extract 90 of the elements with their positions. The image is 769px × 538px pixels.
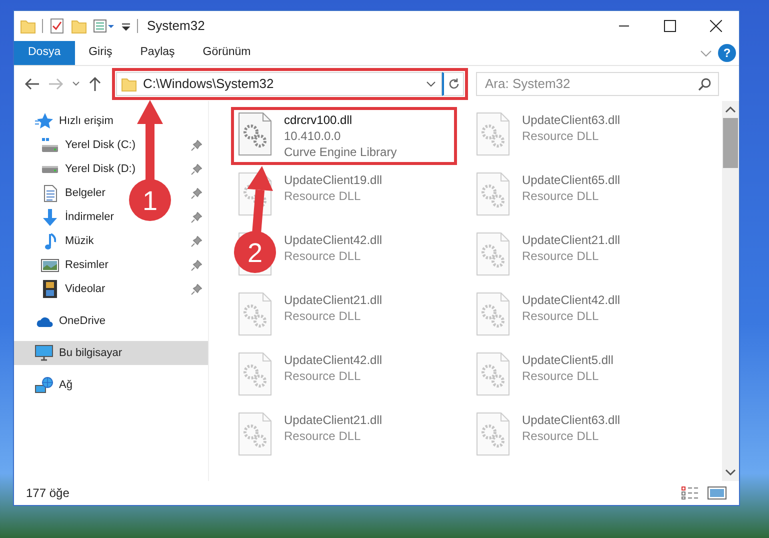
download-arrow-icon — [43, 208, 57, 226]
ribbon-tab[interactable]: Görünüm — [188, 41, 265, 65]
checklist-icon[interactable] — [49, 18, 65, 34]
file-description: Curve Engine Library — [284, 144, 397, 160]
nav-item[interactable]: Müzik — [65, 232, 94, 250]
step-number-badge: 1 — [129, 179, 171, 221]
pin-icon[interactable] — [191, 284, 202, 294]
file-description: Resource DLL — [522, 128, 600, 144]
cloud-icon — [36, 316, 52, 326]
up-arrow-icon[interactable] — [88, 76, 102, 92]
folder-icon — [121, 76, 137, 92]
file-name[interactable]: UpdateClient65.dll — [522, 172, 620, 188]
nav-item[interactable]: Yerel Disk (C:) — [65, 136, 136, 154]
search-icon[interactable] — [698, 76, 712, 90]
ribbon-tab[interactable]: Dosya — [14, 41, 75, 65]
pin-icon[interactable] — [191, 188, 202, 198]
file-description: Resource DLL — [522, 428, 600, 444]
pin-icon[interactable] — [191, 236, 202, 246]
file-name[interactable]: UpdateClient21.dll — [284, 412, 382, 428]
file-description: Resource DLL — [284, 248, 362, 264]
file-description: Resource DLL — [522, 368, 600, 384]
folder-icon — [20, 18, 36, 34]
nav-item[interactable]: Yerel Disk (D:) — [65, 160, 136, 178]
scrollbar-thumb[interactable] — [723, 118, 738, 168]
dll-file-icon — [476, 172, 510, 216]
file-description: Resource DLL — [522, 308, 600, 324]
file-name[interactable]: UpdateClient42.dll — [284, 352, 382, 368]
ribbon-tab[interactable]: Giriş — [74, 41, 126, 65]
music-note-icon — [44, 232, 56, 250]
file-name[interactable]: UpdateClient21.dll — [284, 292, 382, 308]
file-name[interactable]: UpdateClient42.dll — [284, 232, 382, 248]
nav-item[interactable]: Ağ — [59, 376, 72, 394]
large-icons-view-icon[interactable] — [707, 486, 727, 500]
monitor-icon — [35, 345, 53, 361]
details-view-icon[interactable] — [681, 486, 701, 500]
nav-item[interactable]: OneDrive — [59, 312, 106, 330]
nav-item[interactable]: Hızlı erişim — [59, 112, 114, 130]
dll-file-icon — [476, 352, 510, 396]
file-name[interactable]: UpdateClient19.dll — [284, 172, 382, 188]
picture-icon — [41, 258, 59, 272]
help-button[interactable]: ? — [718, 44, 736, 62]
file-description: Resource DLL — [284, 428, 362, 444]
file-description: Resource DLL — [284, 368, 362, 384]
maximize-icon[interactable] — [664, 20, 676, 32]
file-name[interactable]: UpdateClient21.dll — [522, 232, 620, 248]
drive-icon — [42, 138, 58, 152]
file-name[interactable]: UpdateClient63.dll — [522, 412, 620, 428]
file-description: Resource DLL — [522, 188, 600, 204]
view-options-icon[interactable] — [93, 18, 115, 34]
caret-icon[interactable] — [72, 80, 80, 86]
nav-item[interactable]: Belgeler — [65, 184, 106, 202]
file-description: Resource DLL — [284, 308, 362, 324]
pin-icon[interactable] — [191, 164, 202, 174]
step-number-badge: 2 — [234, 231, 276, 273]
file-description: Resource DLL — [284, 188, 362, 204]
window-title: System32 — [147, 17, 206, 36]
dll-file-icon — [238, 112, 272, 156]
refresh-button[interactable] — [442, 72, 464, 96]
pin-icon[interactable] — [191, 140, 202, 150]
file-name[interactable]: UpdateClient42.dll — [522, 292, 620, 308]
dll-file-icon — [476, 112, 510, 156]
file-name[interactable]: UpdateClient63.dll — [522, 112, 620, 128]
nav-item[interactable]: Videolar — [65, 280, 106, 298]
film-icon — [43, 280, 57, 298]
network-icon — [35, 377, 53, 393]
nav-item[interactable]: Resimler — [65, 256, 108, 274]
dll-file-icon — [476, 412, 510, 456]
close-icon[interactable] — [710, 20, 722, 32]
dll-file-icon — [238, 292, 272, 336]
file-name[interactable]: UpdateClient5.dll — [522, 352, 614, 368]
nav-item[interactable]: İndirmeler — [65, 208, 114, 226]
file-name[interactable]: cdrcrv100.dll — [284, 112, 397, 128]
dll-file-icon — [476, 292, 510, 336]
refresh-icon[interactable] — [448, 78, 460, 90]
file-version: 10.410.0.0 — [284, 128, 342, 144]
nav-item[interactable]: Bu bilgisayar — [59, 344, 122, 362]
back-arrow-icon[interactable] — [24, 76, 40, 90]
document-icon — [44, 184, 56, 202]
dll-file-icon — [476, 232, 510, 276]
address-bar[interactable]: C:\Windows\System32 — [116, 72, 442, 96]
drive-icon — [42, 166, 58, 172]
file-description: Resource DLL — [522, 248, 600, 264]
search-box[interactable]: Ara: System32 — [476, 72, 719, 96]
pin-icon[interactable] — [191, 260, 202, 270]
ribbon-tab[interactable]: Paylaş — [126, 41, 189, 65]
dll-file-icon — [238, 412, 272, 456]
dll-file-icon — [238, 352, 272, 396]
pin-icon[interactable] — [191, 212, 202, 222]
item-count: 177 öğe — [26, 485, 70, 502]
star-icon — [35, 113, 53, 129]
